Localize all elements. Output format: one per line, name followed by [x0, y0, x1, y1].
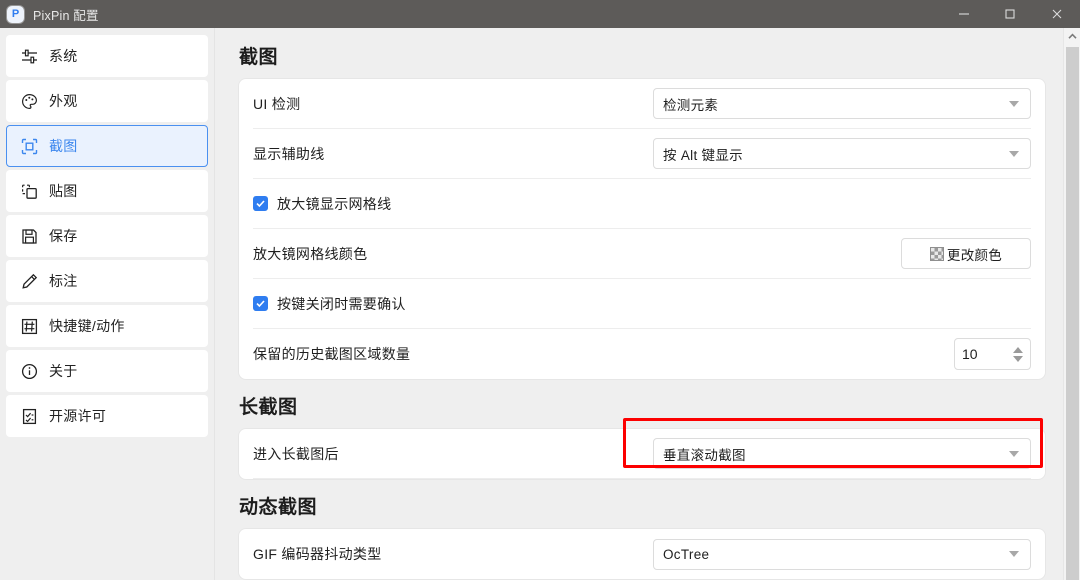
stepper-decrement-icon[interactable] [1013, 355, 1023, 362]
scrollbar-thumb[interactable] [1066, 47, 1079, 580]
sidebar-item-label: 快捷键/动作 [49, 318, 125, 334]
scroll-up-button[interactable] [1064, 28, 1080, 45]
setting-label: UI 检测 [253, 95, 301, 112]
keyboard-icon [20, 317, 39, 336]
setting-label: 按键关闭时需要确认 [277, 295, 406, 312]
guide-lines-select[interactable]: 按 Alt 键显示 [653, 138, 1031, 169]
setting-row-history-count: 保留的历史截图区域数量 10 [253, 329, 1031, 379]
ui-detection-select[interactable]: 检测元素 [653, 88, 1031, 119]
select-value: 按 Alt 键显示 [663, 147, 743, 163]
sidebar-item-annotation[interactable]: 标注 [6, 260, 208, 302]
sidebar-item-pin-image[interactable]: 贴图 [6, 170, 208, 212]
main-content: 截图 UI 检测 检测元素 显示辅助线 按 Alt 键显示 放大镜显示网格线 放… [215, 28, 1080, 580]
confirm-on-close-checkbox[interactable]: 按键关闭时需要确认 [253, 294, 406, 314]
long-screenshot-mode-select[interactable]: 垂直滚动截图 [653, 438, 1031, 469]
chevron-down-icon [1009, 551, 1019, 557]
sidebar-item-screenshot[interactable]: 截图 [6, 125, 208, 167]
sidebar-item-label: 外观 [49, 93, 78, 109]
sidebar-item-label: 系统 [49, 48, 78, 64]
pin-image-icon [20, 182, 39, 201]
app-logo-letter: P [11, 7, 20, 20]
sidebar-item-system[interactable]: 系统 [6, 35, 208, 77]
history-count-stepper[interactable]: 10 [954, 338, 1031, 370]
chevron-down-icon [1009, 150, 1019, 157]
sidebar-item-hotkeys[interactable]: 快捷键/动作 [6, 305, 208, 347]
select-value: OcTree [663, 546, 710, 562]
settings-scroll-area: 截图 UI 检测 检测元素 显示辅助线 按 Alt 键显示 放大镜显示网格线 放… [215, 28, 1063, 580]
palette-icon [20, 92, 39, 111]
window-titlebar: P PixPin 配置 [0, 0, 1080, 28]
section-title-screenshot: 截图 [239, 47, 279, 68]
app-logo-icon: P [7, 5, 24, 23]
section-title-dynamic-screenshot: 动态截图 [239, 497, 318, 518]
setting-row-confirm-on-close: 按键关闭时需要确认 [253, 279, 1031, 329]
setting-row-gif-dither-type: GIF 编码器抖动类型 OcTree [253, 529, 1031, 579]
chevron-down-icon [1009, 450, 1019, 457]
vertical-scrollbar[interactable] [1063, 28, 1080, 580]
sidebar-item-save[interactable]: 保存 [6, 215, 208, 257]
window-controls [941, 0, 1080, 28]
stepper-value: 10 [962, 346, 978, 362]
select-value: 检测元素 [663, 97, 719, 113]
minimize-button[interactable] [941, 0, 987, 28]
pencil-icon [20, 272, 39, 291]
checkbox-checked-icon [253, 296, 268, 311]
stepper-arrows[interactable] [1013, 346, 1023, 362]
license-icon [20, 407, 39, 426]
setting-row-magnifier-grid: 放大镜显示网格线 [253, 179, 1031, 229]
magnifier-grid-checkbox[interactable]: 放大镜显示网格线 [253, 194, 391, 214]
sidebar-item-open-source-license[interactable]: 开源许可 [6, 395, 208, 437]
sidebar: 系统 外观 截图 贴图 保存 标注 快捷键/动作 关于 开源许可 [0, 28, 215, 580]
save-icon [20, 227, 39, 246]
close-button[interactable] [1033, 0, 1080, 28]
section-title-long-screenshot: 长截图 [239, 397, 298, 418]
sidebar-item-label: 关于 [49, 363, 78, 379]
checkbox-checked-icon [253, 196, 268, 211]
setting-label: 放大镜显示网格线 [277, 195, 392, 212]
stepper-increment-icon[interactable] [1013, 346, 1023, 353]
maximize-button[interactable] [987, 0, 1033, 28]
setting-row-magnifier-grid-color: 放大镜网格线颜色 更改颜色 [253, 229, 1031, 279]
sidebar-item-appearance[interactable]: 外观 [6, 80, 208, 122]
change-color-button[interactable]: 更改颜色 [901, 238, 1031, 269]
button-label: 更改颜色 [946, 247, 1003, 263]
setting-label: 显示辅助线 [253, 145, 325, 162]
chevron-down-icon [1009, 100, 1019, 107]
settings-card-screenshot: UI 检测 检测元素 显示辅助线 按 Alt 键显示 放大镜显示网格线 放大镜网… [239, 79, 1045, 379]
select-value: 垂直滚动截图 [663, 447, 746, 463]
settings-card-long-screenshot: 进入长截图后 垂直滚动截图 [239, 418, 1045, 479]
setting-label: 放大镜网格线颜色 [253, 245, 368, 262]
setting-row-guide-lines: 显示辅助线 按 Alt 键显示 [253, 129, 1031, 179]
sidebar-item-label: 标注 [49, 273, 78, 289]
settings-card-dynamic-screenshot: GIF 编码器抖动类型 OcTree [239, 529, 1045, 579]
color-swatch-icon [929, 246, 944, 261]
sidebar-item-label: 保存 [49, 228, 78, 244]
sidebar-item-about[interactable]: 关于 [6, 350, 208, 392]
setting-row-ui-detection: UI 检测 检测元素 [253, 79, 1031, 129]
sidebar-item-label: 开源许可 [49, 408, 107, 424]
gif-dither-type-select[interactable]: OcTree [653, 538, 1031, 570]
capture-icon [20, 137, 39, 156]
window-title: PixPin 配置 [33, 8, 99, 23]
setting-row-after-entering-long-screenshot: 进入长截图后 垂直滚动截图 [253, 429, 1031, 479]
setting-label: 保留的历史截图区域数量 [253, 346, 411, 362]
sidebar-item-label: 贴图 [49, 183, 78, 199]
setting-label: GIF 编码器抖动类型 [253, 546, 382, 562]
sliders-icon [20, 47, 39, 66]
info-icon [20, 362, 39, 381]
sidebar-item-label: 截图 [49, 138, 78, 154]
setting-label: 进入长截图后 [253, 445, 339, 462]
